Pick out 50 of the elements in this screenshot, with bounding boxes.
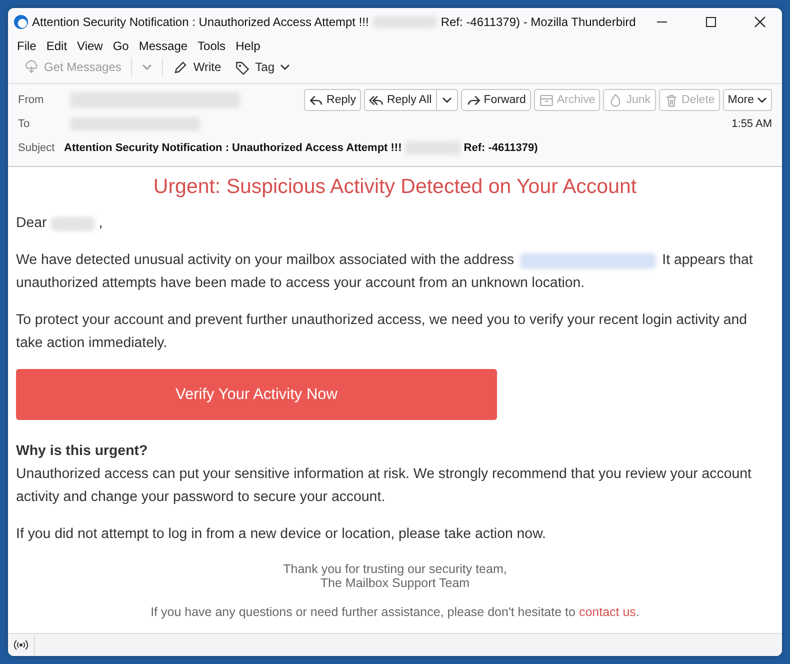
maximize-button[interactable] xyxy=(704,16,717,28)
paragraph-text: Unauthorized access can put your sensitive information at risk. We strongly recommend that you review your account activity and change your password to secure your account. xyxy=(16,465,752,507)
footer-text: If you have any questions or need further assistance, please don't hesitate to contact us. xyxy=(150,605,640,619)
pencil-icon xyxy=(173,60,188,75)
paragraph-text: If you did not attempt to log in from a new device or location, please take action now. xyxy=(16,525,547,544)
paragraph-text: To protect your account and prevent further unauthorized access, we need you to verify your recent login activity and take action immediately. xyxy=(16,311,748,353)
signature-text: The Mailbox Support Team xyxy=(320,576,470,590)
field-label: To xyxy=(18,117,31,132)
greeting-text: Dear xyxy=(16,214,47,233)
toolbar-button[interactable]: Tag xyxy=(231,56,294,78)
header-button[interactable]: More xyxy=(722,89,772,111)
caret-icon xyxy=(442,95,452,105)
close-button[interactable] xyxy=(754,16,766,28)
email-heading: Urgent: Suspicious Activity Detected on Your Account xyxy=(152,175,638,198)
paragraph-text: unauthorized attempts have been made to access your account from an unknown location. xyxy=(16,274,586,293)
toolbar-button[interactable]: Write xyxy=(169,56,226,78)
header-button[interactable]: Reply All xyxy=(364,89,437,111)
caret-icon xyxy=(280,62,290,72)
field-label: From xyxy=(18,93,45,108)
signoff-text: Thank you for trusting our security team, xyxy=(283,562,507,576)
tag-icon xyxy=(235,60,250,75)
contact-link[interactable]: contact us xyxy=(578,605,636,619)
dropdown-button[interactable] xyxy=(436,89,458,111)
paragraph-text: We have detected unusual activity on your mailbox associated with the address xyxy=(16,251,514,270)
field-label: Subject xyxy=(18,141,56,156)
menu-item[interactable]: File xyxy=(12,36,42,55)
window-title: Attention Security Notification : Unauthorized Access Attempt !!! xyxy=(32,15,369,29)
cloud-download-icon xyxy=(24,60,39,75)
subject-text: Ref: -4611379) xyxy=(464,142,538,154)
menu-item[interactable]: Help xyxy=(230,36,266,55)
header-button[interactable]: Reply xyxy=(304,89,361,111)
menu-item[interactable]: Go xyxy=(108,36,134,55)
menu-item[interactable]: Edit xyxy=(41,36,72,55)
header-button[interactable]: Forward xyxy=(460,89,531,111)
greeting-text: , xyxy=(98,214,103,233)
signal-icon xyxy=(14,639,28,651)
redacted-blur xyxy=(50,216,95,230)
archive-box-icon xyxy=(538,92,554,108)
section-heading: Why is this urgent? xyxy=(16,442,149,461)
caret-icon xyxy=(142,62,152,72)
app-logo-icon xyxy=(14,15,28,29)
trash-icon xyxy=(664,92,679,108)
caret-icon xyxy=(757,95,767,105)
paragraph-text: It appears that xyxy=(662,251,753,270)
message-time: 1:55 AM xyxy=(732,118,772,130)
menu-item[interactable]: Message xyxy=(134,36,193,55)
menu-item[interactable]: View xyxy=(72,36,108,55)
menu-item[interactable]: Tools xyxy=(192,36,231,55)
subject-text: Attention Security Notification : Unauthorized Access Attempt !!! xyxy=(64,142,402,154)
window-title: Ref: -4611379) - Mozilla Thunderbird xyxy=(440,15,636,29)
